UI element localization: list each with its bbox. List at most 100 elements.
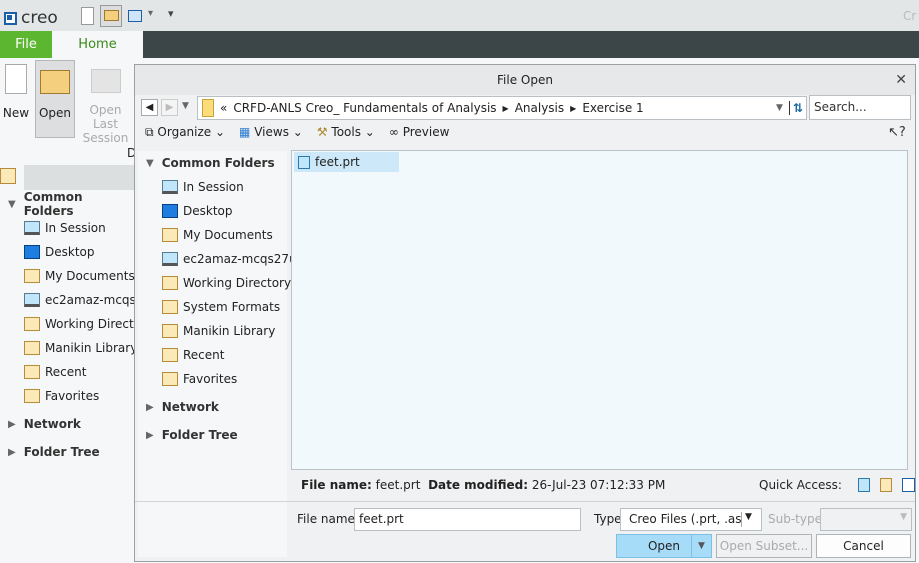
refresh-icon[interactable]: ⇅	[788, 101, 806, 115]
common-folders-header[interactable]: ▼ Common Folders	[146, 151, 287, 175]
recent-icon	[162, 348, 178, 362]
nav-desktop[interactable]: Desktop	[24, 240, 134, 264]
drawing-filter-icon[interactable]	[901, 478, 915, 492]
type-select[interactable]: Creo Files (.prt, .asm, .▼	[620, 508, 762, 531]
open-dropdown-icon[interactable]: ▼	[691, 534, 712, 558]
address-bar[interactable]: « CRFD-ANLS Creo_ Fundamentals of Analys…	[197, 96, 807, 120]
address-dropdown-icon[interactable]: ▼	[776, 103, 783, 113]
breadcrumb-2[interactable]: Exercise 1	[582, 101, 643, 115]
network-header[interactable]: ▶ Network	[146, 395, 287, 419]
common-folders-header[interactable]: ▼ Common Folders	[8, 190, 134, 218]
nav-in-session[interactable]: In Session	[162, 175, 287, 199]
desktop-icon	[162, 204, 178, 218]
file-name-input[interactable]: feet.prt	[354, 508, 581, 531]
favorites-icon	[24, 389, 40, 403]
search-input[interactable]: Search...	[809, 95, 911, 120]
file-info: File name: feet.prt Date modified: 26-Ju…	[301, 478, 666, 492]
nav-favorites[interactable]: Favorites	[24, 384, 134, 408]
tab-home[interactable]: Home	[52, 31, 143, 58]
subtype-select[interactable]: ▼	[820, 508, 912, 531]
customize-icon[interactable]: ▾	[168, 7, 174, 20]
dialog-toolbar: ⧉ Organize ⌄ ▦ Views ⌄ ⚒ Tools ⌄ ∞ Previ…	[145, 125, 449, 140]
subtype-label: Sub-type	[768, 512, 822, 526]
working-directory-icon	[162, 276, 178, 290]
assembly-filter-icon[interactable]	[879, 478, 892, 492]
tools-menu[interactable]: ⚒ Tools ⌄	[317, 125, 375, 140]
documents-icon	[24, 269, 40, 283]
part-icon	[298, 155, 310, 169]
documents-icon	[162, 228, 178, 242]
cancel-button[interactable]: Cancel	[816, 534, 911, 558]
monitor-icon	[162, 180, 178, 194]
breadcrumb-1[interactable]: Analysis	[515, 101, 564, 115]
folder-tree-header[interactable]: ▶ Folder Tree	[8, 440, 134, 464]
monitor-icon	[24, 221, 40, 235]
expand-icon: ▼	[146, 157, 154, 169]
breadcrumb-0[interactable]: CRFD-ANLS Creo_ Fundamentals of Analysis	[233, 101, 496, 115]
new-icon	[5, 64, 27, 94]
organize-icon: ⧉	[145, 125, 154, 139]
open-folder-icon	[40, 70, 70, 94]
computer-icon	[24, 293, 40, 307]
working-directory-icon	[24, 317, 40, 331]
expand-icon: ▶	[8, 418, 16, 430]
forward-icon[interactable]: ▶	[161, 99, 178, 116]
expand-icon: ▶	[146, 401, 154, 413]
open-subset-button[interactable]: Open Subset...	[716, 534, 812, 558]
views-menu[interactable]: ▦ Views ⌄	[239, 125, 303, 140]
tools-icon: ⚒	[316, 125, 328, 139]
network-header[interactable]: ▶ Network	[8, 412, 134, 436]
organize-menu[interactable]: ⧉ Organize ⌄	[145, 125, 225, 140]
recent-icon	[24, 365, 40, 379]
nav-working-directory[interactable]: Working Directory	[162, 271, 291, 295]
file-item[interactable]: feet.prt	[294, 152, 399, 172]
open-file-icon[interactable]	[100, 5, 122, 27]
nav-recent[interactable]: Recent	[162, 343, 287, 367]
open-last-session-icon	[90, 69, 121, 93]
chevron-right-icon: ▶	[570, 103, 577, 113]
folder-navigator: ▼ Common Folders In Session Desktop My Do…	[138, 151, 297, 557]
folder-icon	[202, 99, 214, 117]
nav-desktop[interactable]: Desktop	[162, 199, 287, 223]
chevron-right-icon: ▶	[502, 103, 509, 113]
expand-icon: ▶	[8, 446, 16, 458]
views-icon: ▦	[239, 125, 251, 139]
nav-system-formats[interactable]: System Formats	[162, 295, 287, 319]
window-icon[interactable]	[128, 10, 142, 22]
divider	[135, 501, 915, 502]
new-file-icon[interactable]	[81, 7, 94, 25]
nav-manikin-library[interactable]: Manikin Library	[162, 319, 287, 343]
nav-favorites[interactable]: Favorites	[162, 367, 287, 391]
creo-logo: creo	[4, 8, 58, 28]
open-last-session-button[interactable]: Open Last Session	[77, 60, 134, 145]
quick-access: Quick Access:	[759, 478, 915, 492]
help-cursor-icon[interactable]: ↖?	[888, 125, 906, 140]
nav-working-directory[interactable]: Working Directory	[24, 312, 134, 336]
system-formats-icon	[162, 300, 178, 314]
nav-recent[interactable]: Recent	[24, 360, 134, 384]
part-filter-icon[interactable]	[857, 478, 870, 492]
folder-tree-header[interactable]: ▶ Folder Tree	[146, 423, 287, 447]
nav-computer[interactable]: ec2amaz-mcqs27u	[162, 247, 297, 271]
app-title: Cr	[903, 9, 917, 23]
glasses-icon: ∞	[388, 125, 399, 139]
nav-my-documents[interactable]: My Documents	[162, 223, 287, 247]
dropdown-icon[interactable]: ▾	[148, 8, 153, 19]
open-button[interactable]: Open	[35, 60, 75, 138]
computer-icon	[162, 252, 178, 266]
preview-button[interactable]: ∞ Preview	[389, 125, 450, 140]
tab-file[interactable]: File	[0, 31, 52, 58]
nav-in-session[interactable]: In Session	[24, 216, 134, 240]
library-icon	[162, 324, 178, 338]
chevron-down-icon: ▼	[741, 512, 752, 527]
close-icon[interactable]: ✕	[895, 65, 907, 95]
desktop-icon	[24, 245, 40, 259]
back-icon[interactable]: ◀	[141, 99, 158, 116]
nav-manikin-library[interactable]: Manikin Library	[24, 336, 134, 360]
nav-my-documents[interactable]: My Documents	[24, 264, 134, 288]
nav-computer[interactable]: ec2amaz-mcqs27u	[24, 288, 134, 312]
history-dropdown-icon[interactable]: ▼	[182, 101, 189, 111]
file-name-label: File name:	[297, 512, 359, 526]
favorites-icon	[162, 372, 178, 386]
new-button[interactable]: New	[2, 60, 30, 120]
